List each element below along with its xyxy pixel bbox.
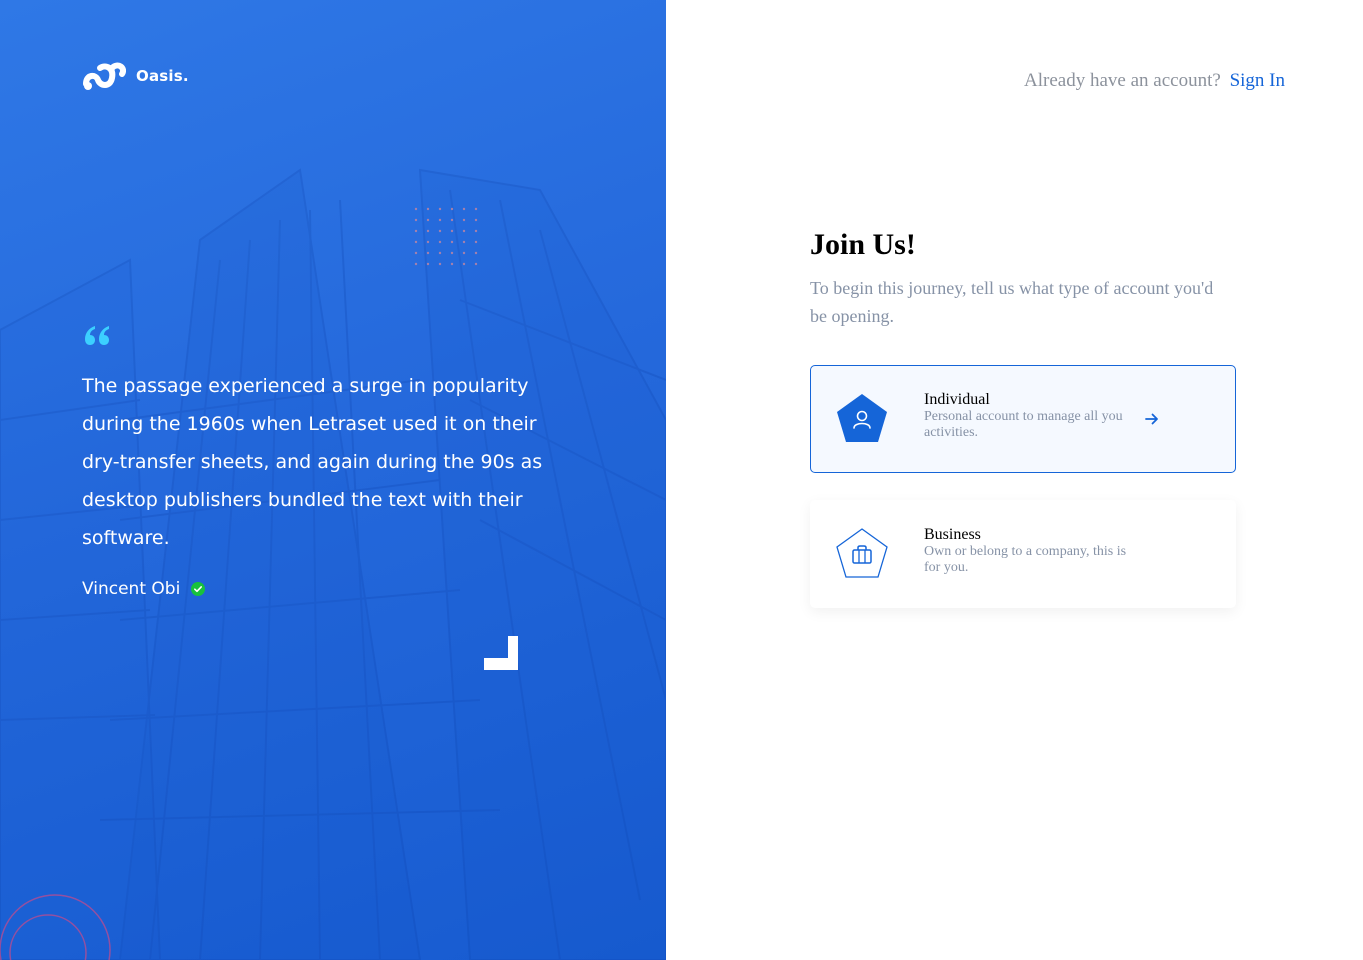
hero-panel: Oasis. The passage experienced a surge i… (0, 0, 666, 960)
page-title: Join Us! (810, 228, 916, 261)
user-icon (837, 394, 887, 442)
card-content: Individual Personal account to manage al… (924, 391, 1144, 441)
card-title: Individual (924, 391, 990, 408)
signin-link[interactable]: Sign In (1230, 70, 1285, 91)
page-subtitle: To begin this journey, tell us what type… (810, 278, 1214, 326)
author-name: Vincent Obi (82, 579, 181, 599)
testimonial-author: Vincent Obi (82, 579, 206, 599)
card-content: Business Own or belong to a company, thi… (924, 526, 1144, 576)
circle-decoration (0, 894, 111, 960)
signin-prompt: Already have an account? Sign In (1024, 70, 1285, 92)
brand-logo[interactable]: Oasis. (82, 60, 189, 92)
quote-icon (85, 326, 109, 345)
brand-name: Oasis. (136, 67, 189, 85)
briefcase-icon (836, 528, 888, 578)
testimonial-quote: The passage experienced a surge in popul… (82, 375, 543, 549)
account-type-individual[interactable]: Individual Personal account to manage al… (810, 365, 1236, 473)
dot-grid-decoration (414, 207, 478, 266)
card-description: Own or belong to a company, this is for … (924, 544, 1127, 575)
account-type-business[interactable]: Business Own or belong to a company, thi… (810, 500, 1236, 608)
verified-badge-icon (190, 581, 206, 597)
oasis-logo-icon (83, 62, 126, 90)
card-title: Business (924, 526, 981, 543)
arrow-right-icon (1145, 413, 1158, 425)
signin-prompt-text: Already have an account? (1024, 70, 1221, 91)
card-description: Personal account to manage all you activ… (924, 409, 1123, 440)
corner-decoration (484, 636, 518, 670)
